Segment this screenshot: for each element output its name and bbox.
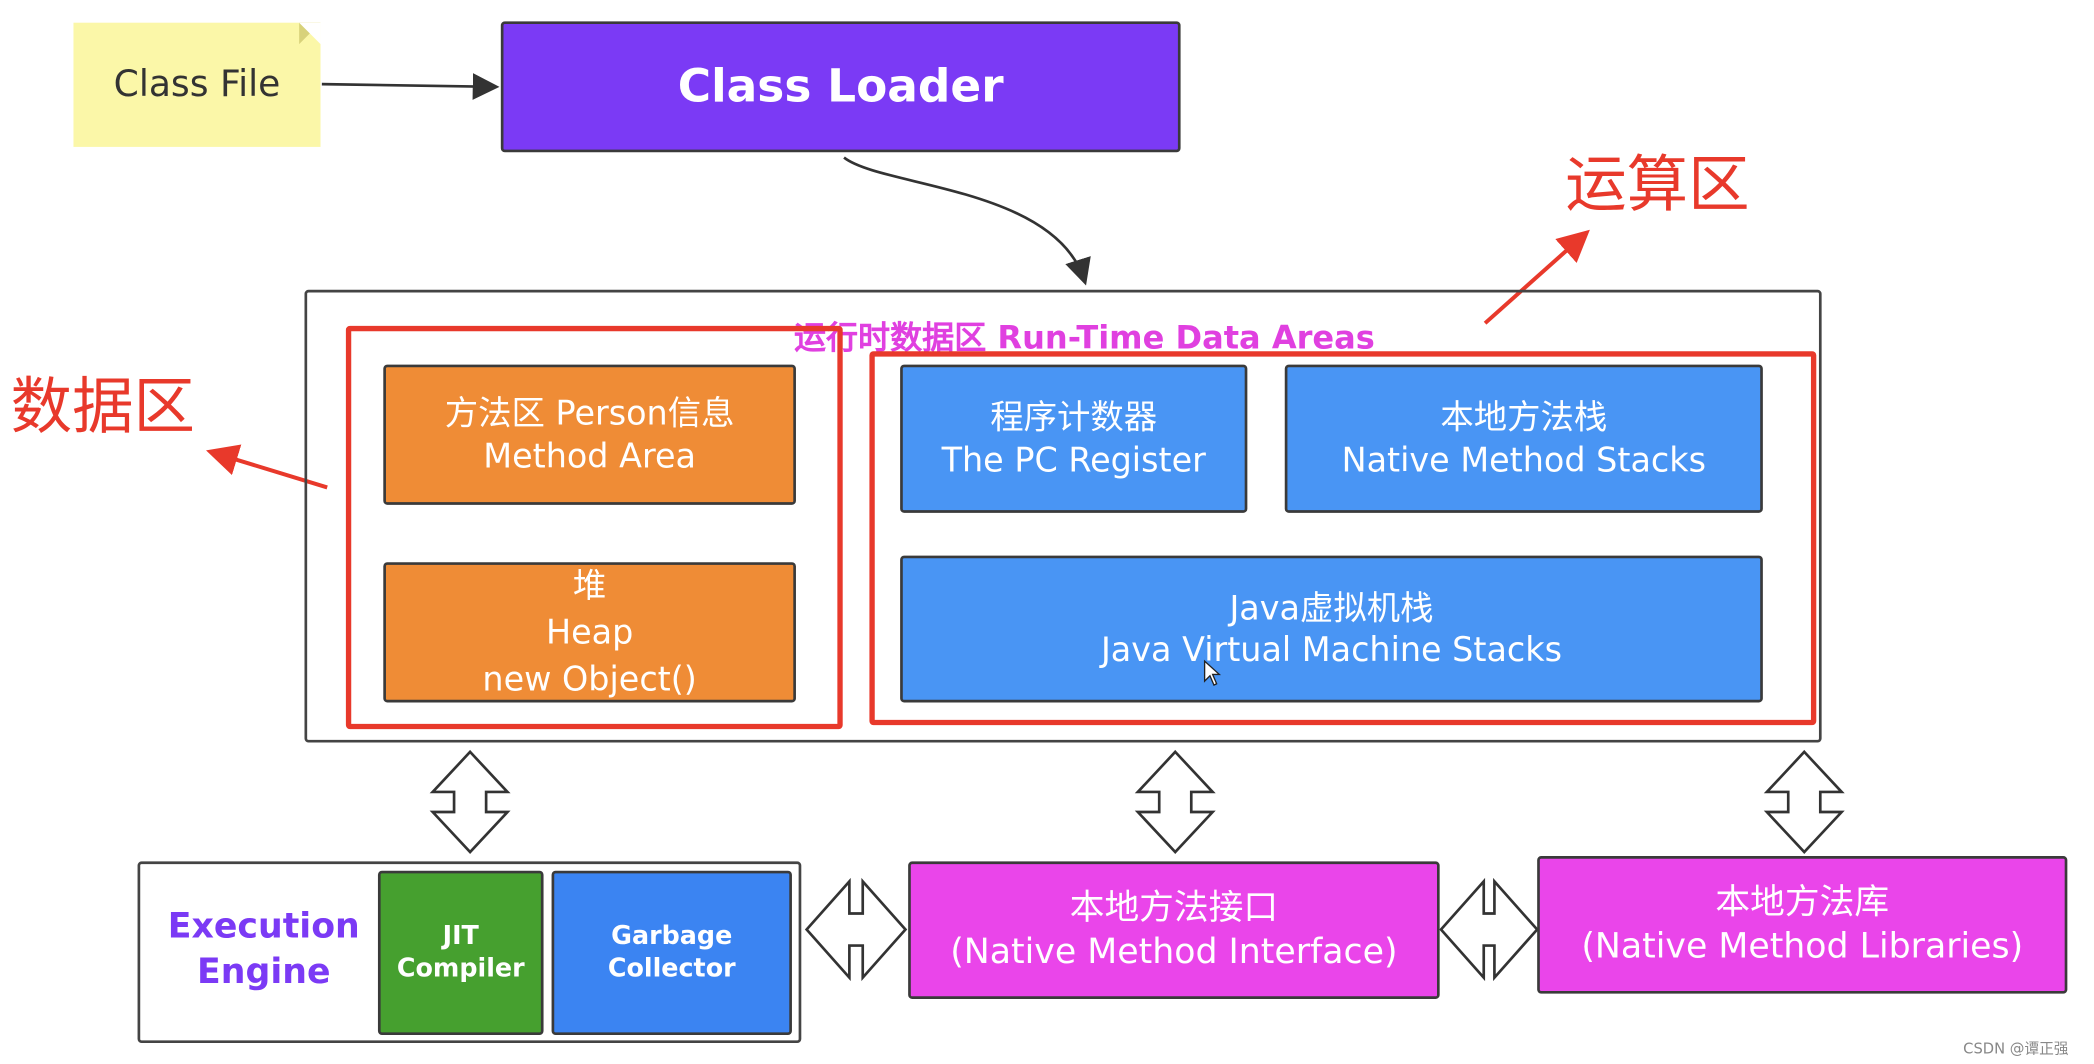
heap-en: Heap: [545, 612, 634, 652]
jit-line1: JIT: [442, 921, 479, 951]
execution-engine-label: Execution Engine: [154, 905, 374, 995]
loader-to-runtime-arrow: [843, 156, 1091, 286]
nmi-cn: 本地方法接口: [1069, 888, 1279, 929]
native-stacks-cn: 本地方法栈: [1440, 398, 1608, 438]
mouse-cursor-icon: [1203, 659, 1222, 687]
gc-line1: Garbage: [611, 921, 733, 951]
native-method-interface-box: 本地方法接口 (Native Method Interface): [908, 861, 1440, 999]
class-loader-label: Class Loader: [677, 59, 1004, 114]
method-area-en: Method Area: [483, 436, 696, 475]
note-fold-corner: [299, 22, 321, 45]
gc-line2: Collector: [607, 952, 736, 983]
jvm-stacks-en: Java Virtual Machine Stacks: [1100, 630, 1563, 670]
method-area-box: 方法区 Person信息 Method Area: [383, 364, 796, 505]
nml-en: (Native Method Libraries): [1581, 926, 2024, 967]
pc-register-cn: 程序计数器: [990, 398, 1158, 438]
double-arrow-vertical-icon: [429, 749, 511, 855]
native-stacks-en: Native Method Stacks: [1341, 440, 1706, 479]
class-file-note: Class File: [73, 22, 321, 147]
pc-register-box: 程序计数器 The PC Register: [900, 364, 1248, 513]
jit-line2: Compiler: [396, 952, 525, 983]
watermark: CSDN @谭正强: [1963, 1040, 2069, 1058]
nmi-en: (Native Method Interface): [950, 931, 1398, 972]
pc-register-en: The PC Register: [941, 440, 1206, 479]
native-method-stacks-box: 本地方法栈 Native Method Stacks: [1284, 364, 1763, 513]
compute-zone-label: 运算区: [1565, 148, 1750, 221]
native-method-libraries-box: 本地方法库 (Native Method Libraries): [1537, 856, 2068, 994]
class-loader-box: Class Loader: [500, 21, 1181, 153]
jvm-stacks-box: Java虚拟机栈 Java Virtual Machine Stacks: [900, 555, 1763, 703]
double-arrow-horizontal-icon: [1439, 877, 1539, 982]
method-area-cn: 方法区 Person信息: [444, 394, 735, 434]
jit-compiler-box: JIT Compiler: [377, 870, 544, 1036]
jvm-architecture-diagram: Class File Class Loader 运算区 数据区 运行时数据区 R…: [0, 0, 2094, 1064]
classfile-to-loader-arrow: [321, 73, 500, 100]
heap-cn: 堆: [572, 566, 607, 605]
class-file-label: Class File: [113, 64, 281, 106]
heap-note: new Object(): [482, 659, 697, 699]
execution-engine-line1: Execution: [167, 906, 360, 947]
garbage-collector-box: Garbage Collector: [551, 870, 792, 1036]
heap-box: 堆 Heap new Object(): [383, 562, 796, 703]
jvm-stacks-cn: Java虚拟机栈: [1229, 588, 1434, 628]
double-arrow-vertical-icon: [1134, 749, 1216, 855]
nml-cn: 本地方法库: [1715, 882, 1890, 923]
double-arrow-vertical-icon: [1763, 749, 1845, 855]
double-arrow-horizontal-icon: [804, 877, 908, 982]
execution-engine-line2: Engine: [197, 951, 331, 993]
data-zone-label: 数据区: [10, 369, 195, 443]
